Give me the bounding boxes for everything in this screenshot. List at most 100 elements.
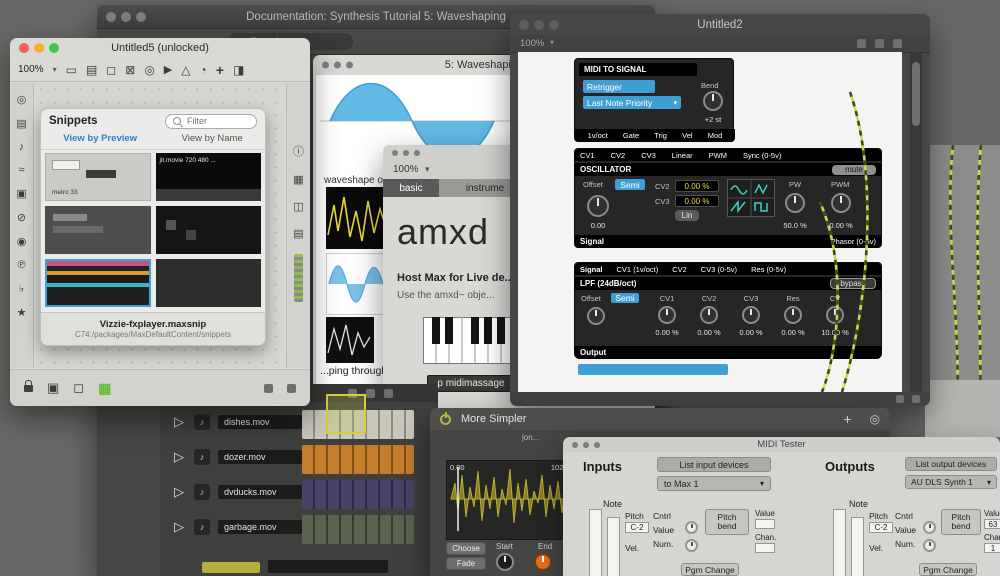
lock-icon[interactable] (24, 385, 33, 392)
add-icon[interactable]: + (843, 411, 851, 427)
pb-chan-box[interactable]: 1 (984, 543, 1000, 553)
pgm-change-button[interactable]: Pgm Change (681, 563, 739, 576)
toggle-icon[interactable]: ⊠ (125, 63, 135, 77)
image-icon[interactable]: ▣ (16, 187, 26, 200)
close-button[interactable] (392, 150, 398, 156)
start-dial[interactable] (496, 553, 514, 571)
clip-icon[interactable]: ⊘ (17, 211, 26, 224)
close-button[interactable] (572, 442, 578, 448)
console-window-icon[interactable]: ◻ (73, 380, 84, 396)
minimize-button[interactable] (583, 442, 589, 448)
snippet-thumb-selected[interactable] (45, 259, 151, 307)
film-strip[interactable] (302, 515, 414, 544)
zoom-level[interactable]: 100% (393, 164, 419, 175)
list-view-icon[interactable]: ▤ (293, 227, 303, 240)
pgm-change-button[interactable]: Pgm Change (919, 563, 977, 576)
zoom-button[interactable] (549, 20, 559, 30)
snippet-thumb[interactable]: jit.movie 720 480 ... (156, 153, 262, 201)
pitch-slider[interactable] (833, 509, 846, 576)
pitch-slider[interactable] (589, 509, 602, 576)
midi-tester-titlebar[interactable]: MIDI Tester (563, 437, 1000, 452)
paint-bucket-icon[interactable]: ◨ (233, 63, 244, 77)
scrollbar-track[interactable] (910, 52, 922, 392)
resize-handle[interactable] (912, 395, 920, 403)
zoom-level[interactable]: 100% (18, 64, 44, 75)
playbar-icon[interactable]: ▶ (164, 63, 172, 76)
pitch-bend-button[interactable]: Pitch bend (941, 509, 981, 535)
list-output-devices-button[interactable]: List output devices (905, 457, 997, 471)
lpf-offset-dial[interactable] (587, 307, 605, 325)
cv2-numbox[interactable]: 0.00 % (675, 180, 719, 192)
pw-dial[interactable] (785, 193, 805, 213)
file-name[interactable]: garbage.mov (218, 520, 302, 534)
pitch-bend-button[interactable]: Pitch bend (705, 509, 749, 535)
close-button[interactable] (322, 62, 329, 69)
ctrl-value-dial[interactable] (923, 521, 936, 534)
velocity-slider[interactable] (851, 517, 864, 576)
snippet-thumb[interactable] (156, 259, 262, 307)
minimize-button[interactable] (121, 12, 131, 22)
close-button[interactable] (519, 20, 529, 30)
lpf-dial[interactable] (826, 306, 844, 324)
add-object-icon[interactable]: + (216, 62, 224, 78)
zoom-in-icon[interactable] (896, 395, 904, 403)
grid-snap-icon[interactable]: ▦ (98, 380, 111, 397)
fade-button[interactable]: Fade (446, 557, 486, 570)
file-name[interactable]: dvducks.mov (218, 485, 302, 499)
button-icon[interactable]: ◎ (144, 63, 154, 77)
untitled2-titlebar[interactable]: Untitled2 (510, 14, 930, 35)
close-button[interactable] (106, 12, 116, 22)
subpatcher-object[interactable]: p midimassage (427, 375, 515, 392)
object-box-icon[interactable]: ▭ (66, 63, 77, 77)
console-icon[interactable]: ◎ (17, 93, 27, 106)
lpf-dial[interactable] (658, 306, 676, 324)
inspector-icon[interactable]: ⓘ (293, 143, 304, 159)
pwm-dial[interactable] (831, 193, 851, 213)
pitch-value-box[interactable]: C-2 (869, 522, 893, 533)
film-strip[interactable] (302, 445, 414, 474)
semi-button[interactable]: Semi (615, 179, 645, 190)
zoom-button[interactable] (346, 62, 353, 69)
note-priority-dropdown[interactable]: Last Note Priority ▾ (583, 96, 681, 109)
browser-icon[interactable]: ▤ (16, 117, 26, 130)
zoom-button[interactable] (594, 442, 600, 448)
power-icon[interactable] (440, 414, 451, 425)
favorites-icon[interactable]: ★ (17, 306, 27, 319)
minimize-button[interactable] (34, 43, 44, 53)
output-device-dropdown[interactable]: AU DLS Synth 1 ▾ (905, 475, 997, 489)
pb-value-box[interactable]: 63 (984, 519, 1000, 529)
ctrl-num-dial[interactable] (685, 539, 698, 552)
split-view-icon[interactable]: ◫ (293, 200, 303, 213)
semi-button[interactable]: Semi (611, 293, 639, 303)
film-strip[interactable] (302, 480, 414, 509)
zoom-button[interactable] (414, 150, 420, 156)
zoom-button[interactable] (49, 43, 59, 53)
list-input-devices-button[interactable]: List input devices (657, 457, 771, 472)
zoom-button[interactable] (136, 12, 146, 22)
mute-button[interactable]: mute (832, 165, 876, 175)
choose-button[interactable]: Choose (446, 542, 486, 555)
filter-input[interactable] (185, 115, 245, 127)
bend-dial[interactable] (703, 91, 723, 111)
speaker-icon[interactable]: ◉ (17, 235, 27, 248)
waveform-display[interactable]: 0.00 1024.00 (446, 460, 582, 540)
cv3-numbox[interactable]: 0.00 % (675, 195, 719, 207)
panel-icon[interactable] (893, 39, 902, 48)
zoom-level[interactable]: 100% (520, 38, 544, 49)
target-icon[interactable]: ◎ (870, 412, 880, 426)
pb-chan-box[interactable] (755, 543, 775, 553)
packages-icon[interactable]: ℗ (17, 259, 25, 271)
offset-dial[interactable] (587, 195, 609, 217)
lin-button[interactable]: Lin (675, 210, 699, 221)
audio-settings-icon[interactable] (264, 384, 273, 393)
more-simpler-titlebar[interactable]: More Simpler + ◎ (430, 408, 890, 430)
object-stub-dark[interactable] (268, 560, 388, 573)
waveform-selector[interactable] (727, 179, 775, 217)
play-icon[interactable]: ▷ (174, 414, 184, 430)
input-device-dropdown[interactable]: to Max 1 ▾ (657, 476, 771, 491)
ctrl-value-dial[interactable] (685, 521, 698, 534)
snippet-thumb[interactable]: metro 33 (45, 153, 151, 201)
minimize-button[interactable] (403, 150, 409, 156)
tab-basic[interactable]: basic (383, 179, 439, 197)
speaker-icon[interactable]: ♪ (194, 449, 210, 465)
